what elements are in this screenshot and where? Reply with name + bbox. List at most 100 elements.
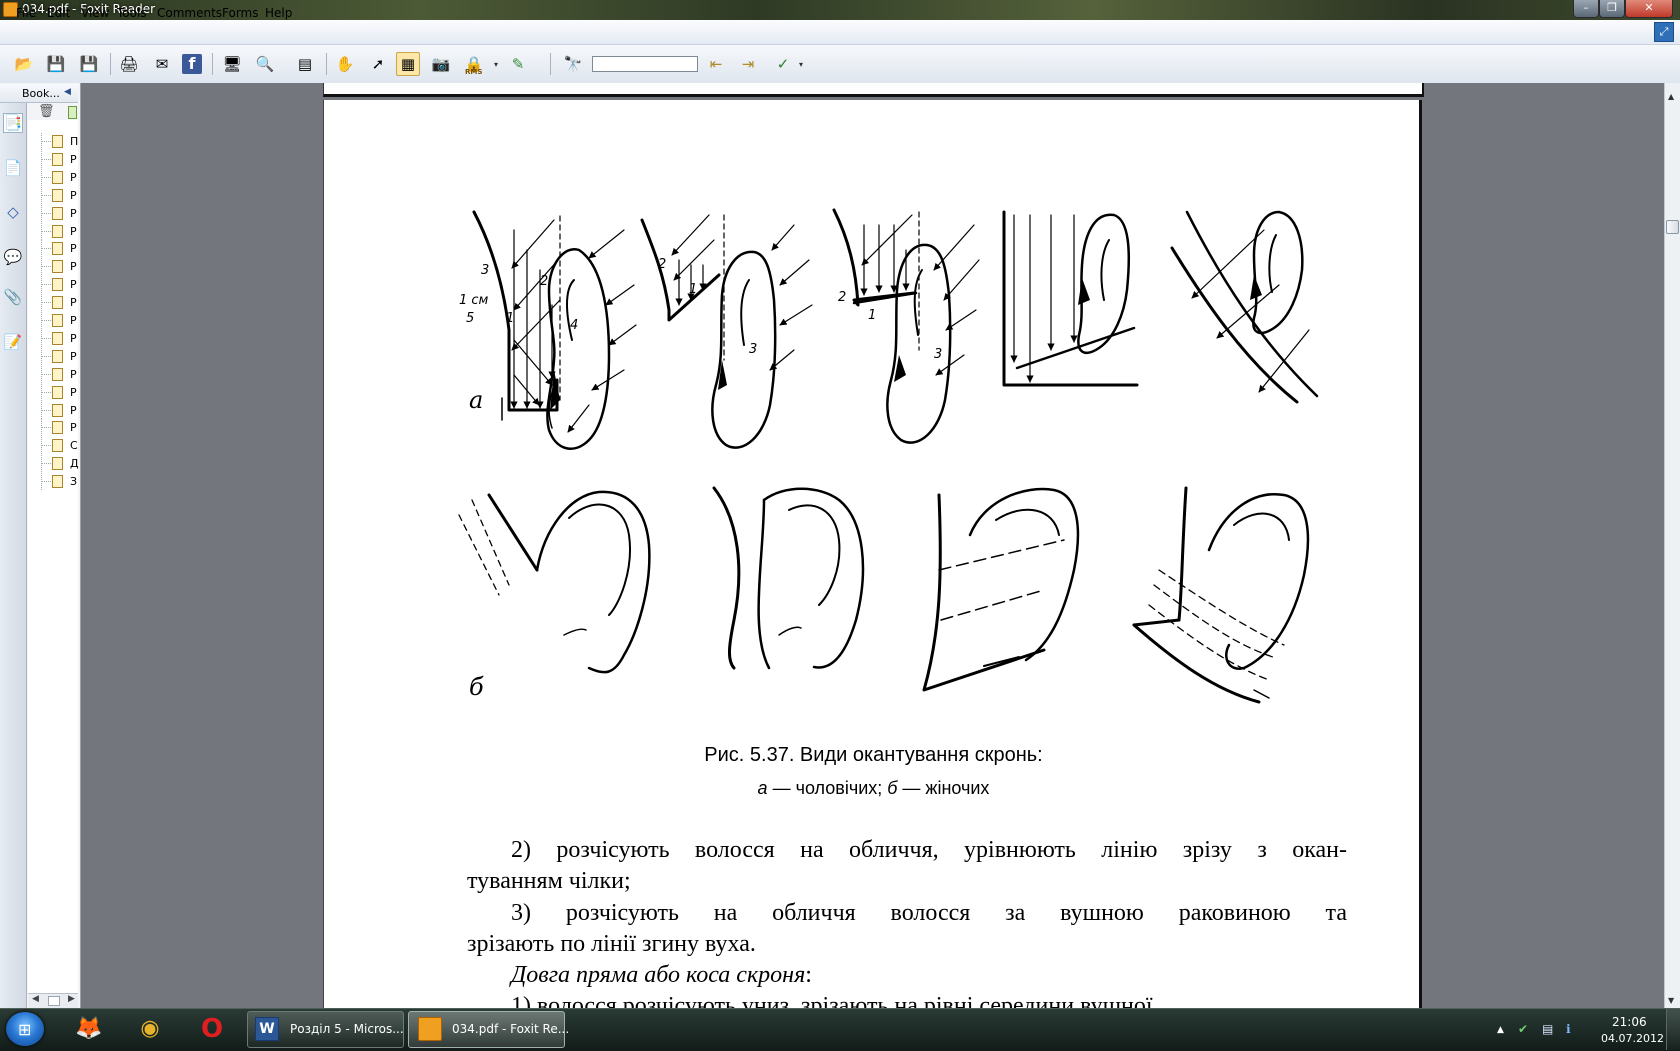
- hand-tool-icon[interactable]: ✋: [333, 52, 357, 76]
- bookmark-icon: [52, 188, 63, 202]
- bookmark-item[interactable]: П: [36, 133, 80, 150]
- previous-page-edge: [323, 83, 1424, 97]
- bookmark-scroll-thumb[interactable]: [48, 996, 60, 1006]
- scroll-up-icon[interactable]: ▲: [1668, 92, 1674, 101]
- bookmark-icon: [52, 242, 63, 256]
- find-prev-icon[interactable]: ⇤: [704, 52, 728, 76]
- expand-icon[interactable]: ⤢: [1654, 22, 1674, 42]
- minimize-button[interactable]: –: [1573, 0, 1599, 18]
- bookmark-icon: [52, 367, 63, 381]
- bookmark-item[interactable]: Р: [36, 365, 80, 383]
- show-desktop-button[interactable]: [1666, 1009, 1680, 1050]
- firefox-icon[interactable]: 🦊: [68, 1012, 110, 1046]
- toolbar: [0, 45, 1680, 84]
- vertical-scroll-thumb[interactable]: [1666, 220, 1679, 234]
- bookmark-item[interactable]: Р: [36, 204, 80, 222]
- bookmark-item[interactable]: Р: [36, 240, 80, 258]
- bookmark-item[interactable]: Р: [36, 222, 80, 240]
- opera-icon[interactable]: O: [191, 1012, 233, 1046]
- collapse-panel-icon[interactable]: ◀: [64, 87, 71, 97]
- clock-date[interactable]: 04.07.2012: [1601, 1032, 1664, 1045]
- menu-tools[interactable]: Tools: [117, 6, 147, 20]
- menu-view[interactable]: View: [81, 6, 109, 20]
- bookmark-item[interactable]: Р: [36, 347, 80, 365]
- bookmark-item[interactable]: Р: [36, 186, 80, 204]
- text-select-icon[interactable]: ▦: [396, 52, 420, 76]
- find-icon[interactable]: 🔭: [561, 52, 585, 76]
- caption-b: б: [887, 778, 898, 798]
- fig-label: 2: [838, 290, 847, 305]
- tree-line: [41, 445, 51, 447]
- tray-sync-icon[interactable]: ✔: [1518, 1022, 1528, 1036]
- bookmark-icon: [52, 260, 63, 274]
- menu-edit[interactable]: Edit: [47, 6, 70, 20]
- presentation-icon[interactable]: 🖥: [220, 52, 244, 76]
- men-temple-figure-3: [832, 208, 980, 444]
- paragraph-line: туванням чілки;: [467, 868, 631, 894]
- sign-icon[interactable]: ✎: [506, 52, 530, 76]
- menu-forms[interactable]: Forms: [222, 6, 258, 20]
- layers-panel-icon[interactable]: ◇: [3, 202, 23, 222]
- rms-dropdown-icon[interactable]: ▾: [494, 60, 498, 69]
- bookmark-item[interactable]: Р: [36, 168, 80, 186]
- pdf-page[interactable]: 3 1 см 5 1 2 4 2 1 3 2 1 3 а б Рис. 5.37…: [323, 100, 1422, 1020]
- snapshot-icon[interactable]: 📷: [429, 52, 453, 76]
- men-temple-figure-2: [640, 214, 813, 449]
- page-copy-icon[interactable]: ▤: [293, 52, 317, 76]
- chrome-icon[interactable]: ◉: [129, 1012, 171, 1046]
- scroll-right-icon[interactable]: ▶: [68, 994, 75, 1004]
- bookmark-label: Р: [70, 206, 77, 220]
- fig-label: 1: [689, 282, 698, 297]
- tray-language-icon[interactable]: ▤: [1542, 1022, 1553, 1036]
- menu-file[interactable]: File: [16, 6, 36, 20]
- bookmark-item[interactable]: Р: [36, 401, 80, 419]
- bookmark-icon: [52, 331, 63, 345]
- open-icon[interactable]: 📂: [12, 52, 36, 76]
- bookmark-item[interactable]: Р: [36, 276, 80, 294]
- menu-help[interactable]: Help: [265, 6, 292, 20]
- bookmark-item[interactable]: Р: [36, 383, 80, 401]
- attachments-panel-icon[interactable]: 📎: [3, 287, 23, 307]
- email-icon[interactable]: ✉: [150, 52, 174, 76]
- bookmark-item[interactable]: Д: [36, 455, 80, 473]
- search-options-dropdown-icon[interactable]: ▾: [799, 60, 803, 69]
- bookmark-label: Р: [70, 260, 77, 274]
- scroll-down-icon[interactable]: ▼: [1668, 996, 1674, 1005]
- restore-button[interactable]: ❐: [1599, 0, 1625, 18]
- search-options-icon[interactable]: ✓: [771, 52, 795, 76]
- tree-line: [41, 176, 51, 178]
- bookmark-item[interactable]: Р: [36, 258, 80, 276]
- bookmark-item[interactable]: Р: [36, 419, 80, 437]
- menu-comments[interactable]: Comments: [157, 6, 222, 20]
- comments-panel-icon[interactable]: 💬: [3, 247, 23, 267]
- bookmark-item[interactable]: С: [36, 437, 80, 455]
- close-button[interactable]: ✕: [1625, 0, 1673, 18]
- bookmark-item[interactable]: Р: [36, 150, 80, 168]
- search-input[interactable]: [592, 56, 698, 72]
- print-icon[interactable]: 🖨: [117, 52, 141, 76]
- bookmark-label: Р: [70, 242, 77, 256]
- figure-caption-sub: а — чоловічих; б — жіночих: [324, 778, 1419, 799]
- save-as-icon[interactable]: 💾: [77, 52, 101, 76]
- select-tool-icon[interactable]: ➚: [366, 52, 390, 76]
- bookmarks-panel-icon[interactable]: 📑: [3, 113, 23, 133]
- bookmark-item[interactable]: Р: [36, 294, 80, 312]
- find-next-icon[interactable]: ⇥: [736, 52, 760, 76]
- facebook-icon[interactable]: f: [182, 54, 202, 74]
- save-icon[interactable]: 💾: [44, 52, 68, 76]
- bookmark-item[interactable]: З: [36, 473, 80, 491]
- fig-label: 5: [466, 311, 475, 326]
- loupe-icon[interactable]: 🔍: [253, 52, 277, 76]
- clock-time[interactable]: 21:06: [1612, 1015, 1647, 1029]
- bookmark-icon: [52, 206, 63, 220]
- delete-bookmark-icon[interactable]: 🗑: [38, 104, 55, 119]
- new-bookmark-icon[interactable]: [68, 106, 77, 119]
- bookmark-item[interactable]: Р: [36, 329, 80, 347]
- signatures-panel-icon[interactable]: 📝: [3, 332, 23, 352]
- tray-expand-icon[interactable]: ▲: [1497, 1025, 1504, 1035]
- scroll-left-icon[interactable]: ◀: [32, 994, 39, 1004]
- bookmark-item[interactable]: Р: [36, 312, 80, 329]
- tray-info-icon[interactable]: ℹ: [1566, 1022, 1571, 1036]
- tree-line: [41, 141, 51, 142]
- pages-panel-icon[interactable]: 📄: [3, 158, 23, 178]
